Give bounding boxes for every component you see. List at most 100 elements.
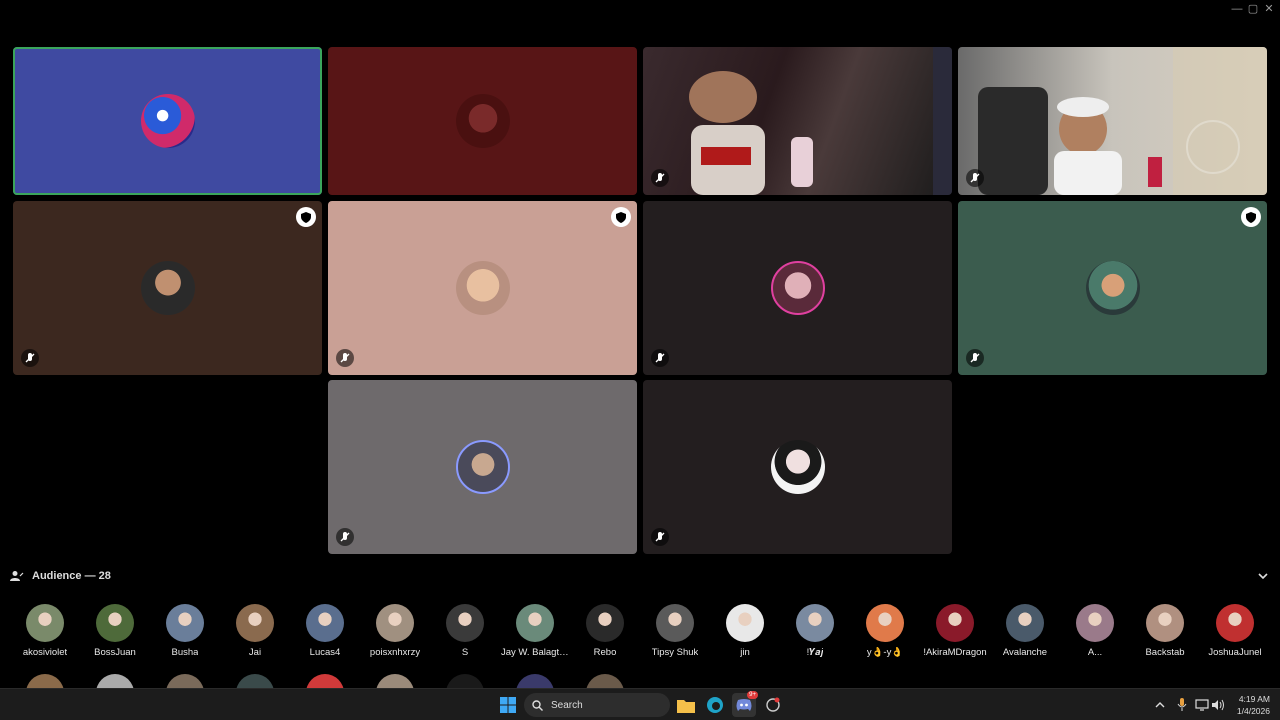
avatar: [1076, 604, 1114, 642]
microphone-icon[interactable]: [1174, 697, 1190, 713]
audience-member-name: A...: [1087, 647, 1103, 658]
mute-icon: [651, 528, 669, 546]
audience-member-name: Backstab: [1145, 647, 1185, 658]
avatar: [306, 604, 344, 642]
audience-member[interactable]: BossJuan: [80, 604, 150, 658]
tray-chevron-up-icon[interactable]: [1152, 697, 1168, 713]
audience-member-name: Tipsy Shuk: [651, 647, 699, 658]
audience-member[interactable]: S: [430, 604, 500, 658]
mute-icon: [21, 349, 39, 367]
speaker-tile[interactable]: [13, 201, 322, 375]
avatar: [446, 604, 484, 642]
video-feed: [689, 47, 952, 195]
speaker-tile[interactable]: [328, 201, 637, 375]
avatar: [166, 604, 204, 642]
moderator-shield-icon: [611, 207, 631, 227]
stage-grid: [0, 18, 1280, 563]
avatar: [936, 604, 974, 642]
audience-member[interactable]: !𝒀𝒂𝒋: [780, 604, 850, 658]
audience-list-row2: [10, 674, 1272, 688]
edge-browser-icon[interactable]: [703, 693, 727, 717]
audience-member-name: Busha: [171, 647, 199, 658]
avatar[interactable]: [516, 674, 554, 688]
mute-icon: [336, 349, 354, 367]
video-tile[interactable]: [643, 47, 952, 195]
avatar: [770, 261, 825, 315]
avatar[interactable]: [26, 674, 64, 688]
window-titlebar: — ▢ ✕: [0, 0, 1280, 18]
audience-list: akosiviolet BossJuan Busha Jai Lucas4 poisxnh…: [10, 604, 1272, 658]
speaker-tile[interactable]: [328, 47, 637, 195]
audience-member[interactable]: Jai: [220, 604, 290, 658]
avatar: [455, 440, 510, 494]
avatar[interactable]: [586, 674, 624, 688]
avatar[interactable]: [306, 674, 344, 688]
audience-member[interactable]: Jay W. Balagtas: [500, 604, 570, 658]
audience-member[interactable]: poisxnhxrzy: [360, 604, 430, 658]
avatar: [796, 604, 834, 642]
clock-time: 4:19 AM: [1238, 694, 1270, 704]
avatar: [586, 604, 624, 642]
audience-member[interactable]: jin: [710, 604, 780, 658]
windows-start-icon[interactable]: [496, 693, 520, 717]
audience-title: Audience — 28: [32, 570, 111, 582]
close-button[interactable]: ✕: [1258, 2, 1280, 16]
audience-member[interactable]: Lucas4: [290, 604, 360, 658]
audience-member[interactable]: Backstab: [1130, 604, 1200, 658]
taskbar: Search 9+ 4:19 AM 1/4/2026: [0, 688, 1280, 720]
mute-icon: [966, 349, 984, 367]
audience-member-name: Jai: [248, 647, 262, 658]
audience-member-name: !AkiraMDragon: [923, 647, 987, 658]
avatar[interactable]: [96, 674, 134, 688]
avatar: [1085, 261, 1140, 315]
file-explorer-icon[interactable]: [674, 693, 698, 717]
audience-member[interactable]: Busha: [150, 604, 220, 658]
clock-date: 1/4/2026: [1236, 706, 1270, 716]
video-feed: [978, 47, 1267, 195]
collapse-chevron-icon[interactable]: [1256, 569, 1270, 583]
audience-member[interactable]: Tipsy Shuk: [640, 604, 710, 658]
search-icon: [532, 699, 543, 711]
audience-icon: [10, 571, 24, 581]
volume-icon[interactable]: [1210, 697, 1226, 713]
avatar: [866, 604, 904, 642]
avatar[interactable]: [166, 674, 204, 688]
avatar[interactable]: [376, 674, 414, 688]
network-icon[interactable]: [1194, 697, 1210, 713]
avatar: [140, 261, 195, 315]
speaker-tile[interactable]: [643, 380, 952, 554]
audience-member[interactable]: JoshuaJunel: [1200, 604, 1270, 658]
avatar: [1006, 604, 1044, 642]
speaker-tile[interactable]: [958, 201, 1267, 375]
discord-icon[interactable]: 9+: [732, 691, 758, 717]
taskbar-search[interactable]: Search: [524, 693, 670, 717]
audience-member[interactable]: !AkiraMDragon: [920, 604, 990, 658]
mute-icon: [651, 169, 669, 187]
avatar: [140, 94, 195, 148]
speaker-tile[interactable]: [13, 47, 322, 195]
avatar[interactable]: [236, 674, 274, 688]
audience-member-name: !𝒀𝒂𝒋: [806, 647, 824, 658]
audience-member-name: jin: [740, 647, 750, 658]
avatar: [376, 604, 414, 642]
avatar: [1216, 604, 1254, 642]
audience-member-name: poisxnhxrzy: [369, 647, 421, 658]
system-clock[interactable]: 4:19 AM 1/4/2026: [1237, 693, 1270, 717]
avatar: [96, 604, 134, 642]
speaker-tile[interactable]: [643, 201, 952, 375]
avatar: [1146, 604, 1184, 642]
audience-member[interactable]: akosiviolet: [10, 604, 80, 658]
video-tile[interactable]: [958, 47, 1267, 195]
notification-badge: 9+: [747, 691, 758, 699]
audience-member[interactable]: y👌-y👌: [850, 604, 920, 658]
audience-member[interactable]: Avalanche: [990, 604, 1060, 658]
avatar: [236, 604, 274, 642]
audience-member[interactable]: Rebo: [570, 604, 640, 658]
speaker-tile[interactable]: [328, 380, 637, 554]
avatar: [726, 604, 764, 642]
avatar: [656, 604, 694, 642]
audience-member[interactable]: A...: [1060, 604, 1130, 658]
app-icon[interactable]: [761, 693, 785, 717]
audience-member-name: Rebo: [593, 647, 617, 658]
avatar[interactable]: [446, 674, 484, 688]
